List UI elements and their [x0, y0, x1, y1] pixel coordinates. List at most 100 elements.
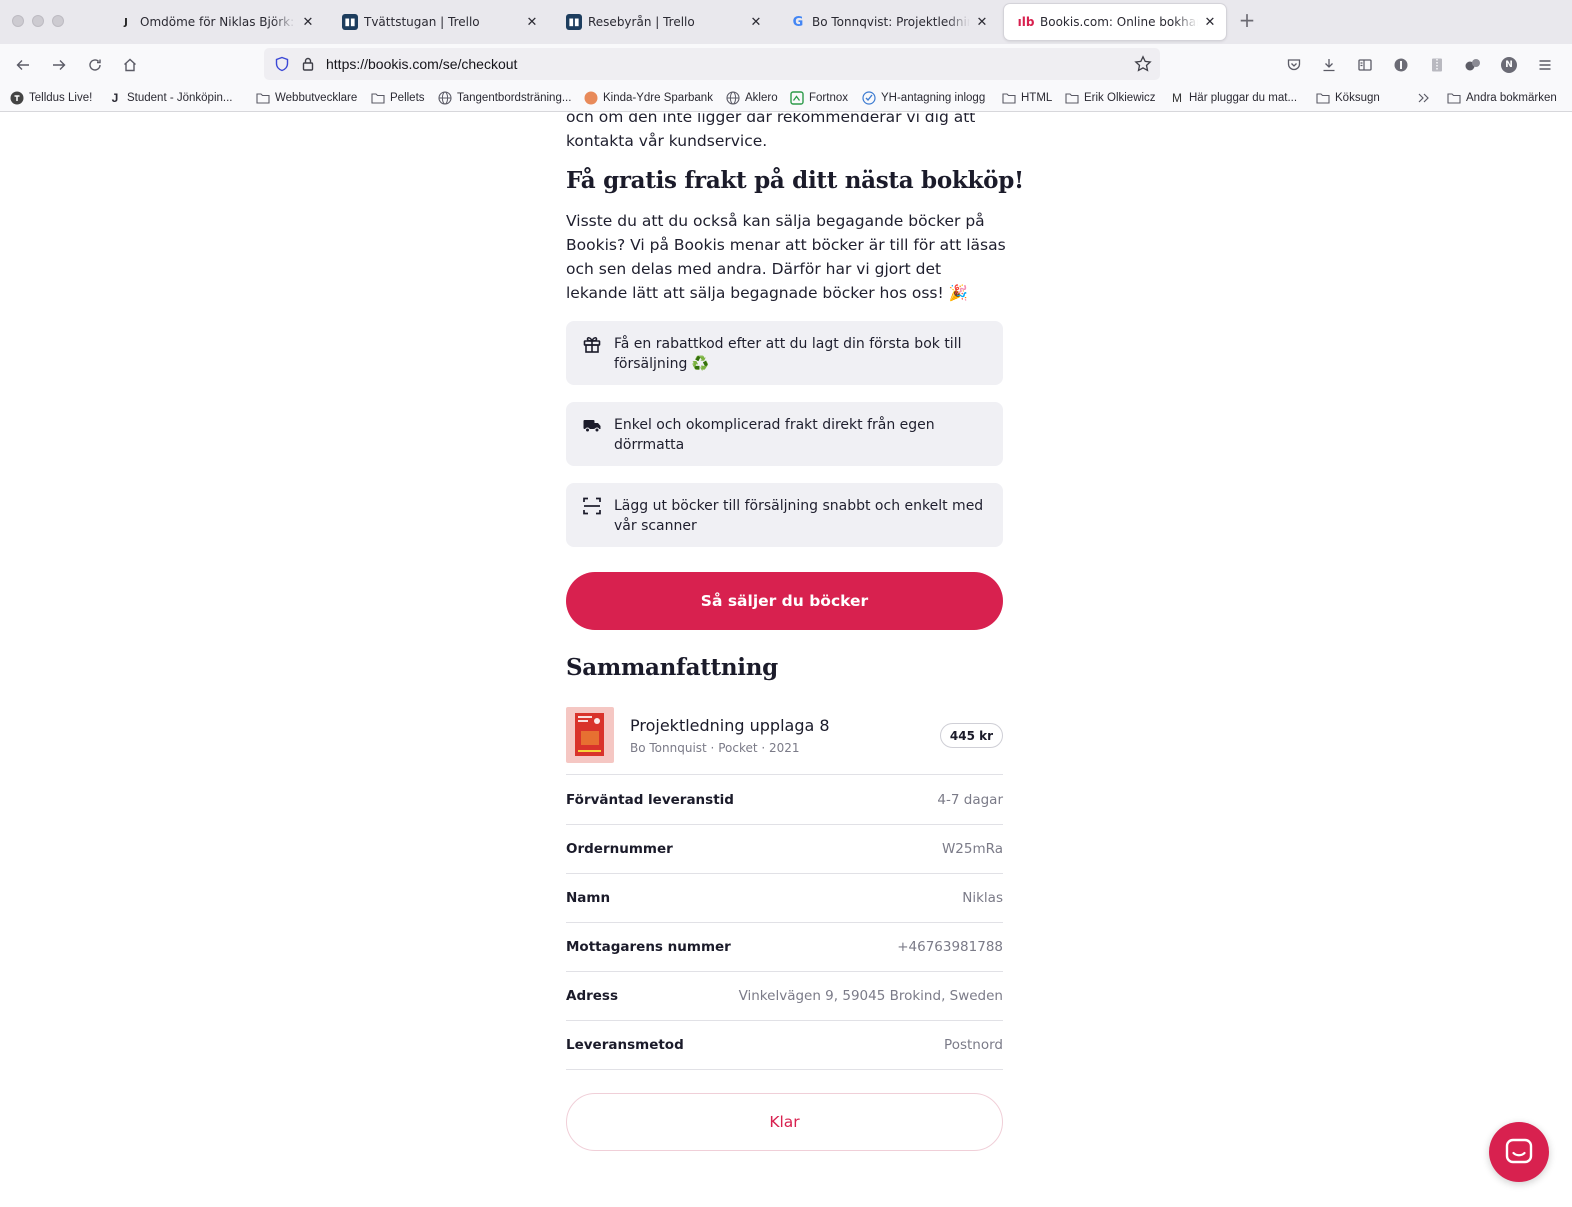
bookis-icon: ılb — [1017, 15, 1035, 29]
bookmark-label: Fortnox — [809, 92, 848, 104]
tab-title: Resebyrån | Trello — [588, 15, 695, 29]
row-value: Postnord — [944, 1037, 1003, 1053]
star-icon[interactable] — [1134, 55, 1152, 73]
feature-text: Lägg ut böcker till försäljning snabbt o… — [614, 498, 984, 534]
free-shipping-heading: Få gratis frakt på ditt nästa bokköp! — [566, 167, 1024, 194]
close-icon[interactable]: ✕ — [974, 15, 990, 30]
row-label: Ordernummer — [566, 841, 673, 857]
reload-icon — [89, 59, 101, 71]
circles-icon — [1465, 59, 1480, 71]
download-icon — [1323, 59, 1335, 72]
bookmark-label: Aklero — [745, 92, 778, 104]
extension-button[interactable] — [1425, 53, 1449, 77]
j-logo-icon: J — [111, 91, 119, 105]
tab-title: Bookis.com: Online bokhandel för — [1040, 15, 1198, 29]
bookmark-folder[interactable]: Erik Olkiewicz — [1065, 89, 1156, 107]
row-label: Adress — [566, 988, 618, 1004]
bookmark-item[interactable]: Aklero — [726, 89, 778, 107]
chat-launcher-button[interactable] — [1489, 1122, 1549, 1182]
summary-row-order-number: Ordernummer W25mRa — [566, 825, 1003, 874]
url-bar[interactable]: https://bookis.com/se/checkout — [264, 48, 1160, 80]
home-button[interactable] — [118, 53, 142, 77]
lock-icon[interactable] — [300, 56, 316, 72]
row-label: Mottagarens nummer — [566, 939, 731, 955]
bookmark-label: HTML — [1021, 92, 1053, 104]
tab-resebyran[interactable]: ▮▮ Resebyrån | Trello ✕ — [552, 4, 772, 40]
bookmark-folder[interactable]: HTML — [1002, 89, 1052, 107]
menu-button[interactable] — [1533, 53, 1557, 77]
profile-button[interactable]: N — [1497, 53, 1521, 77]
how-to-sell-button[interactable]: Så säljer du böcker — [566, 572, 1003, 630]
window-zoom-dot[interactable] — [52, 15, 64, 27]
shield-icon[interactable] — [274, 56, 290, 72]
bookmark-label: Tangentbordsträning... — [457, 92, 572, 104]
folder-icon — [1065, 91, 1079, 105]
new-tab-button[interactable]: + — [1236, 10, 1258, 32]
hamburger-menu-icon — [1539, 60, 1551, 70]
bookmark-item[interactable]: J Student - Jönköpin... — [108, 89, 233, 107]
forward-button[interactable] — [47, 53, 71, 77]
bookmark-item[interactable]: Kinda-Ydre Sparbank — [584, 89, 713, 107]
pocket-button[interactable] — [1282, 53, 1306, 77]
row-value: Niklas — [962, 890, 1003, 906]
window-minimize-dot[interactable] — [32, 15, 44, 27]
downloads-button[interactable] — [1317, 53, 1341, 77]
j-logo-icon: J — [124, 16, 128, 28]
close-icon[interactable]: ✕ — [524, 15, 540, 30]
folder-icon — [1316, 91, 1330, 105]
tab-omdome[interactable]: J Omdöme för Niklas Björk: Dynamic ✕ — [104, 4, 324, 40]
book-title: Projektledning upplaga 8 — [630, 716, 830, 735]
feature-text: Få en rabattkod efter att du lagt din fö… — [614, 336, 962, 372]
tab-tvattstugan[interactable]: ▮▮ Tvättstugan | Trello ✕ — [328, 4, 548, 40]
google-icon: G — [792, 14, 804, 30]
row-label: Leveransmetod — [566, 1037, 684, 1053]
home-icon — [124, 58, 136, 72]
close-icon[interactable]: ✕ — [1202, 15, 1218, 30]
summary-row-delivery-time: Förväntad leveranstid 4-7 dagar — [566, 776, 1003, 825]
folder-icon — [1447, 91, 1461, 105]
tab-bookis[interactable]: ılb Bookis.com: Online bokhandel för ✕ — [1004, 4, 1226, 40]
extension-button[interactable] — [1389, 53, 1413, 77]
support-text: och om den inte ligger dar rekommenderar… — [566, 113, 976, 150]
bookmarks-overflow-button[interactable] — [1417, 89, 1436, 107]
chevron-double-right-icon — [1417, 91, 1431, 105]
window-close-dot[interactable] — [12, 15, 24, 27]
bookmark-label: YH-antagning inlogg — [881, 92, 986, 104]
extension-button[interactable] — [1461, 53, 1485, 77]
back-button[interactable] — [11, 53, 35, 77]
reader-view-button[interactable] — [1353, 53, 1377, 77]
done-button[interactable]: Klar — [566, 1093, 1003, 1151]
folder-icon — [1002, 91, 1016, 105]
truck-icon — [583, 420, 601, 433]
bookmark-item[interactable]: M Här pluggar du mat... — [1170, 89, 1297, 107]
bookmark-item[interactable]: Fortnox — [790, 89, 848, 107]
bookmark-label: Köksugn — [1335, 92, 1380, 104]
other-bookmarks-folder[interactable]: Andra bokmärken — [1447, 89, 1557, 107]
close-icon[interactable]: ✕ — [300, 15, 316, 30]
close-icon[interactable]: ✕ — [748, 15, 764, 30]
bookmark-label: Student - Jönköpin... — [127, 92, 233, 104]
url-text: https://bookis.com/se/checkout — [326, 56, 518, 72]
globe-icon — [438, 91, 452, 105]
fortnox-icon — [790, 91, 804, 105]
gift-icon — [583, 337, 601, 353]
zipper-icon — [1432, 58, 1442, 72]
tab-google[interactable]: G Bo Tonnqvist: Projektledning upplaga ✕ — [776, 4, 998, 40]
folder-icon — [371, 91, 385, 105]
bookmark-folder[interactable]: Köksugn — [1316, 89, 1380, 107]
bookmark-folder[interactable]: Webbutvecklare — [256, 89, 357, 107]
feature-text: Enkel och okomplicerad frakt direkt från… — [614, 417, 935, 453]
telldus-icon — [10, 91, 24, 105]
bookmark-item[interactable]: Telldus Live! — [10, 89, 92, 107]
tab-title: Bo Tonnqvist: Projektledning upplaga — [812, 15, 970, 29]
chat-icon — [1505, 1138, 1533, 1164]
globe-icon — [726, 91, 740, 105]
bookmark-item[interactable]: YH-antagning inlogg — [862, 89, 985, 107]
arrow-left-icon — [16, 60, 29, 70]
reload-button[interactable] — [83, 53, 107, 77]
row-label: Namn — [566, 890, 611, 906]
extension-circle-icon — [1394, 58, 1408, 72]
summary-row-address: Adress Vinkelvägen 9, 59045 Brokind, Swe… — [566, 972, 1003, 1021]
bookmark-folder[interactable]: Pellets — [371, 89, 425, 107]
bookmark-item[interactable]: Tangentbordsträning... — [438, 89, 571, 107]
